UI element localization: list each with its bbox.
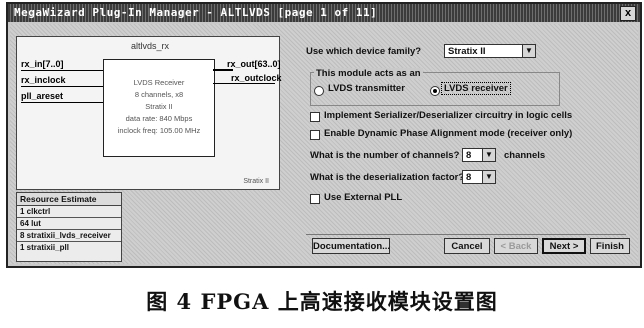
deser-factor-label: What is the deserialization factor?	[310, 172, 465, 183]
resource-item: 1 clkctrl	[20, 207, 51, 216]
lvds-block: LVDS Receiver 8 channels, x8 Stratix II …	[103, 59, 215, 157]
wire-rx-in	[21, 70, 103, 71]
deser-factor-value: 8	[466, 172, 472, 183]
serdes-logic-label: Implement Serializer/Deserializer circui…	[324, 110, 573, 121]
block-title: altlvds_rx	[131, 41, 170, 51]
device-family-value: Stratix II	[448, 46, 486, 57]
deser-factor-select[interactable]: 8 ▼	[462, 170, 496, 184]
resource-estimate-panel: Resource Estimate 1 clkctrl 64 lut 8 str…	[16, 192, 122, 262]
chevron-down-icon: ▼	[482, 149, 495, 161]
dpa-checkbox[interactable]	[310, 130, 320, 140]
serdes-logic-checkbox[interactable]	[310, 112, 320, 122]
wire-rx-inclock	[21, 86, 103, 87]
next-button[interactable]: Next >	[542, 238, 586, 254]
device-tag: Stratix II	[243, 178, 269, 185]
device-family-label: Use which device family?	[306, 46, 422, 57]
desc-line: Stratix II	[145, 102, 173, 111]
back-button[interactable]: < Back	[494, 238, 538, 254]
resource-item: 64 lut	[17, 217, 121, 229]
radio-label-transmitter: LVDS transmitter	[328, 83, 405, 94]
figure-caption: 图 4 FPGA 上高速接收模块设置图	[146, 289, 498, 314]
radio-lvds-receiver[interactable]	[430, 86, 440, 96]
wire-rx-outclock	[213, 83, 275, 84]
wizard-window: MegaWizard Plug-In Manager - ALTLVDS [pa…	[6, 2, 642, 268]
external-pll-checkbox[interactable]	[310, 194, 320, 204]
channels-label: What is the number of channels?	[310, 150, 460, 161]
dpa-label: Enable Dynamic Phase Alignment mode (rec…	[324, 128, 573, 139]
wizard-client-area: altlvds_rx rx_in[7..0] rx_inclock pll_ar…	[10, 24, 638, 264]
port-rx-in: rx_in[7..0]	[21, 59, 64, 69]
channels-select[interactable]: 8 ▼	[462, 148, 496, 162]
cancel-button[interactable]: Cancel	[444, 238, 490, 254]
wire-rx-out	[213, 69, 233, 71]
chevron-down-icon: ▼	[482, 171, 495, 183]
documentation-button[interactable]: Documentation...	[312, 238, 390, 254]
divider	[306, 234, 626, 235]
radio-label-receiver: LVDS receiver	[441, 82, 511, 95]
port-rx-outclock: rx_outclock	[231, 73, 282, 83]
external-pll-label: Use External PLL	[324, 192, 403, 203]
resource-item: 8 stratixii_lvds_receiver	[17, 229, 121, 241]
symbol-diagram: altlvds_rx rx_in[7..0] rx_inclock pll_ar…	[16, 36, 282, 190]
close-button[interactable]: x	[620, 6, 636, 21]
channels-value: 8	[466, 150, 472, 161]
resource-item: 1 stratixii_pll	[17, 241, 121, 253]
port-rx-out: rx_out[63..0]	[227, 59, 281, 69]
channels-suffix: channels	[504, 150, 546, 161]
mode-group-label: This module acts as an	[314, 68, 423, 79]
port-pll-areset: pll_areset	[21, 91, 64, 101]
chevron-down-icon: ▼	[522, 45, 535, 57]
finish-button[interactable]: Finish	[590, 238, 630, 254]
desc-line: LVDS Receiver	[133, 78, 185, 87]
device-family-select[interactable]: Stratix II ▼	[444, 44, 536, 58]
desc-line: 8 channels, x8	[134, 90, 184, 99]
resource-header: Resource Estimate	[17, 193, 121, 206]
desc-line: data rate: 840 Mbps	[125, 114, 193, 123]
port-rx-inclock: rx_inclock	[21, 75, 66, 85]
window-title: MegaWizard Plug-In Manager - ALTLVDS [pa…	[8, 4, 640, 22]
desc-line: inclock freq: 105.00 MHz	[117, 126, 201, 135]
radio-lvds-transmitter[interactable]	[314, 86, 324, 96]
wire-pll-areset	[21, 102, 103, 103]
